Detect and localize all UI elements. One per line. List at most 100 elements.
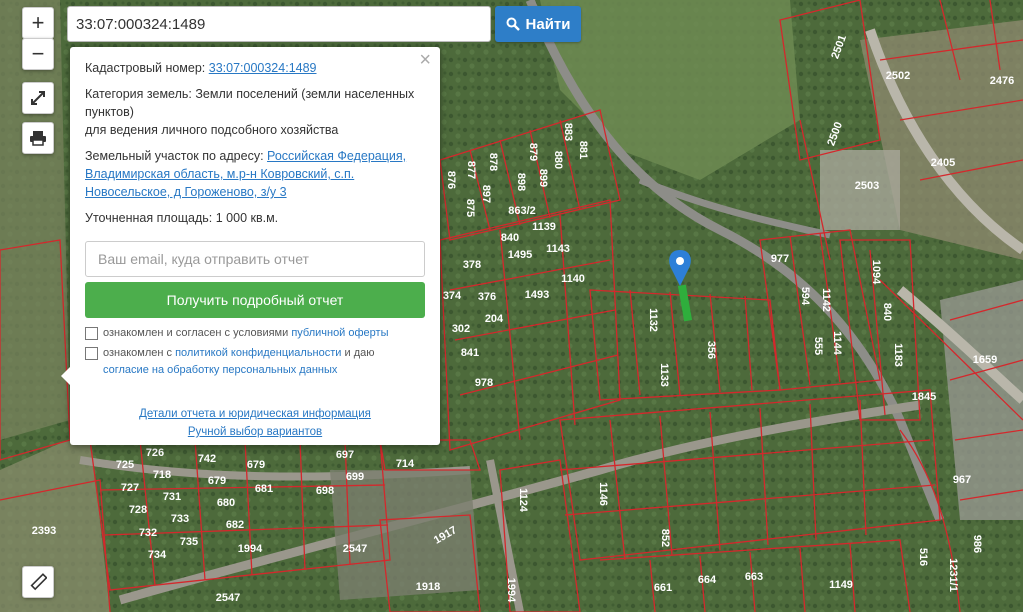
svg-text:699: 699 [346, 471, 364, 483]
svg-text:1493: 1493 [525, 289, 549, 301]
svg-text:725: 725 [116, 459, 134, 471]
get-report-button[interactable]: Получить подробный отчет [85, 282, 425, 318]
svg-text:899: 899 [537, 169, 549, 187]
svg-text:664: 664 [698, 574, 717, 586]
svg-text:742: 742 [198, 453, 216, 465]
svg-text:863/2: 863/2 [508, 205, 536, 217]
svg-text:883: 883 [562, 123, 574, 141]
svg-text:728: 728 [129, 504, 147, 516]
address-row: Земельный участок по адресу: Российская … [85, 147, 425, 201]
svg-text:727: 727 [121, 482, 139, 494]
print-button[interactable] [22, 122, 54, 154]
privacy-consent-suffix: и даю [341, 347, 375, 359]
svg-text:663: 663 [745, 571, 763, 583]
ruler-button[interactable] [22, 566, 54, 598]
svg-text:1133: 1133 [658, 363, 670, 387]
svg-text:1659: 1659 [973, 354, 997, 366]
search-button-label: Найти [525, 15, 571, 33]
svg-text:697: 697 [336, 449, 354, 461]
svg-text:714: 714 [396, 458, 415, 470]
offer-consent-row: ознакомлен и согласен с условиями публич… [85, 325, 425, 342]
expand-icon [31, 91, 45, 105]
personal-data-link[interactable]: согласие на обработку персональных данны… [103, 364, 337, 376]
svg-text:516: 516 [917, 548, 929, 566]
svg-text:1845: 1845 [912, 391, 936, 403]
svg-text:679: 679 [247, 459, 265, 471]
offer-consent-checkbox[interactable] [85, 327, 98, 340]
public-offer-link[interactable]: публичной оферты [291, 327, 388, 339]
svg-text:978: 978 [475, 377, 493, 389]
svg-text:555: 555 [812, 337, 824, 355]
area-value: 1 000 кв.м. [215, 211, 279, 225]
search-button[interactable]: Найти [495, 6, 581, 42]
zoom-in-button[interactable]: + [22, 7, 54, 39]
svg-text:1144: 1144 [831, 331, 843, 356]
svg-text:1994: 1994 [238, 543, 263, 555]
svg-text:1142: 1142 [820, 288, 832, 312]
svg-text:881: 881 [577, 141, 589, 159]
svg-text:986: 986 [971, 535, 983, 553]
svg-text:879: 879 [527, 143, 539, 161]
svg-text:878: 878 [487, 153, 499, 171]
svg-text:1231/1: 1231/1 [947, 558, 959, 592]
svg-text:2393: 2393 [32, 525, 56, 537]
close-icon[interactable]: × [419, 50, 431, 70]
svg-text:1183: 1183 [892, 343, 904, 367]
privacy-consent-text: ознакомлен с [103, 347, 176, 359]
privacy-policy-link[interactable]: политикой конфиденциальности [175, 347, 341, 359]
svg-text:2405: 2405 [931, 157, 955, 169]
svg-text:1146: 1146 [597, 482, 609, 506]
svg-text:302: 302 [452, 323, 470, 335]
report-details-link[interactable]: Детали отчета и юридическая информация [139, 408, 371, 420]
svg-text:2502: 2502 [886, 70, 910, 82]
minus-icon: − [31, 41, 45, 66]
svg-text:1124: 1124 [517, 488, 529, 513]
svg-text:840: 840 [881, 303, 893, 321]
svg-text:376: 376 [478, 291, 496, 303]
ruler-icon [30, 573, 47, 591]
land-category-value2: для ведения личного подсобного хозяйства [85, 123, 339, 137]
svg-text:734: 734 [148, 549, 167, 561]
svg-text:852: 852 [659, 529, 671, 547]
cadastral-number-link[interactable]: 33:07:000324:1489 [209, 61, 317, 75]
svg-text:840: 840 [501, 232, 519, 244]
svg-text:1132: 1132 [647, 308, 659, 332]
svg-text:967: 967 [953, 474, 971, 486]
svg-text:898: 898 [515, 173, 527, 191]
manual-selection-link[interactable]: Ручной выбор вариантов [188, 426, 322, 438]
land-category-row: Категория земель: Земли поселений (земли… [85, 85, 425, 139]
svg-text:726: 726 [146, 447, 164, 459]
svg-text:594: 594 [799, 287, 811, 306]
svg-text:880: 880 [552, 151, 564, 169]
svg-text:679: 679 [208, 475, 226, 487]
svg-text:661: 661 [654, 582, 672, 594]
svg-text:2503: 2503 [855, 180, 879, 192]
svg-text:698: 698 [316, 485, 334, 497]
svg-text:1495: 1495 [508, 249, 532, 261]
zoom-out-button[interactable]: − [22, 38, 54, 70]
svg-text:374: 374 [443, 290, 462, 302]
printer-icon [30, 131, 46, 146]
svg-text:2547: 2547 [343, 543, 367, 555]
svg-text:1149: 1149 [829, 579, 853, 591]
svg-text:2476: 2476 [990, 75, 1014, 87]
fullscreen-button[interactable] [22, 82, 54, 114]
svg-text:356: 356 [705, 341, 717, 359]
svg-text:1140: 1140 [561, 273, 585, 285]
email-input[interactable] [85, 241, 425, 277]
svg-text:841: 841 [461, 347, 479, 359]
search-icon [506, 17, 520, 31]
privacy-consent-checkbox[interactable] [85, 347, 98, 360]
svg-text:731: 731 [163, 491, 181, 503]
svg-text:877: 877 [465, 161, 477, 179]
svg-text:876: 876 [445, 171, 457, 189]
svg-text:977: 977 [771, 253, 789, 265]
svg-text:681: 681 [255, 483, 273, 495]
search-input[interactable] [67, 6, 491, 42]
popup-footer-links: Детали отчета и юридическая информация Р… [85, 405, 425, 441]
address-label: Земельный участок по адресу: [85, 149, 264, 163]
svg-text:735: 735 [180, 536, 198, 548]
offer-consent-text: ознакомлен и согласен с условиями [103, 327, 292, 339]
plus-icon: + [31, 10, 45, 35]
svg-text:680: 680 [217, 497, 235, 509]
